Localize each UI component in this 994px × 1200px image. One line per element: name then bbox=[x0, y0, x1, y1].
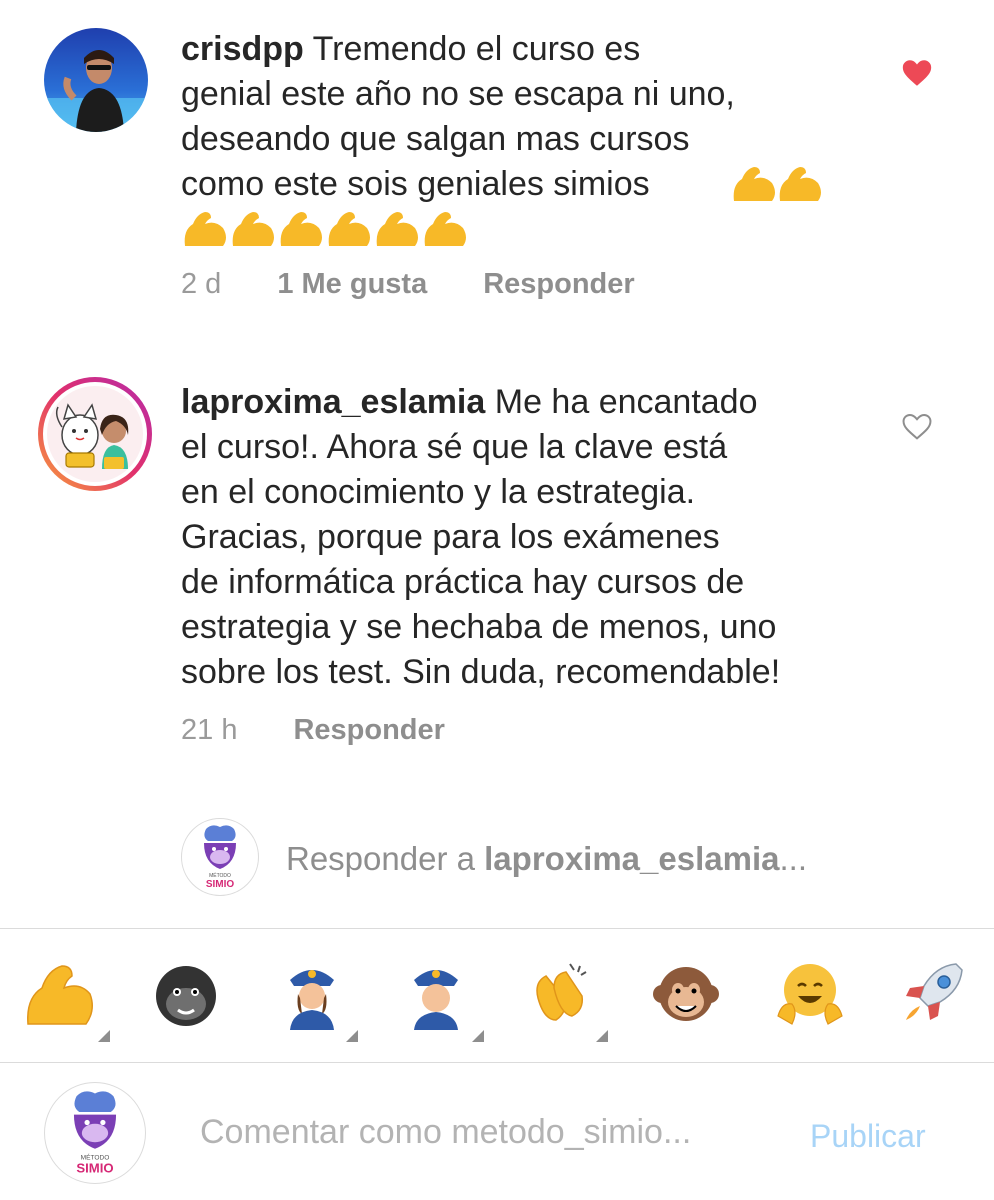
avatar-laproxima-eslamia[interactable] bbox=[36, 375, 154, 493]
clapping-hands-icon[interactable] bbox=[524, 958, 596, 1030]
variant-indicator bbox=[98, 1030, 110, 1042]
comment-text-line: en el conocimiento y la estrategia. bbox=[181, 473, 696, 511]
logo-avatar: MÉTODO SIMIO bbox=[44, 1082, 146, 1184]
comment-text-line: el curso!. Ahora sé que la clave está bbox=[181, 428, 728, 466]
divider bbox=[0, 1062, 994, 1063]
gorilla-icon[interactable] bbox=[150, 958, 222, 1030]
comments-screen: crisdpp Tremendo el curso es genial este… bbox=[0, 0, 994, 1200]
comment-text-line: Gracias, porque para los exámenes bbox=[181, 518, 720, 556]
comment-text-line: Tremendo el curso es bbox=[312, 30, 641, 68]
publish-button[interactable]: Publicar bbox=[810, 1118, 926, 1155]
comment-meta: 2 d 1 Me gusta Responder bbox=[181, 268, 635, 301]
divider bbox=[0, 928, 994, 929]
hugging-face-icon[interactable] bbox=[774, 958, 846, 1030]
logo-bottom-text: SIMIO bbox=[206, 879, 235, 890]
reply-prefix: Responder a bbox=[286, 840, 475, 877]
variant-indicator bbox=[596, 1030, 608, 1042]
reply-target: laproxima_eslamia bbox=[484, 840, 780, 877]
comment-time: 2 d bbox=[181, 268, 222, 300]
comment-text-line: como este sois geniales simios bbox=[181, 165, 650, 203]
comment-meta: 21 h Responder bbox=[181, 714, 445, 747]
comment-text-line: sobre los test. Sin duda, recomendable! bbox=[181, 653, 781, 691]
reply-button[interactable]: Responder bbox=[483, 268, 634, 301]
comment-time: 21 h bbox=[181, 714, 238, 746]
comment-line: laproxima_eslamia Me ha encantado bbox=[181, 380, 780, 425]
heart-filled-icon[interactable] bbox=[900, 56, 934, 90]
comment-text-line: estrategia y se hechaba de menos, uno bbox=[181, 608, 777, 646]
avatar-crisdpp[interactable] bbox=[44, 28, 148, 132]
comment-input[interactable]: Comentar como metodo_simio... bbox=[200, 1113, 691, 1152]
comment-text-line: genial este año no se escapa ni uno, bbox=[181, 75, 735, 113]
biceps-emoji-group bbox=[181, 208, 471, 250]
comment-line: crisdpp Tremendo el curso es bbox=[181, 27, 735, 72]
monkey-face-icon[interactable] bbox=[650, 958, 722, 1030]
comment-text-line: Me ha encantado bbox=[494, 383, 758, 421]
flexed-biceps-icon[interactable] bbox=[24, 958, 96, 1030]
comment-crisdpp: crisdpp Tremendo el curso es genial este… bbox=[181, 27, 735, 207]
comment-username[interactable]: crisdpp bbox=[181, 30, 304, 68]
variant-indicator bbox=[472, 1030, 484, 1042]
comment-line: como este sois geniales simios bbox=[181, 162, 735, 207]
logo-avatar-small: MÉTODO SIMIO bbox=[181, 818, 259, 896]
flexed-biceps-icon bbox=[733, 167, 821, 201]
reply-input[interactable]: Responder a laproxima_eslamia... bbox=[286, 840, 807, 878]
comment-likes[interactable]: 1 Me gusta bbox=[277, 268, 427, 301]
logo-top-text: MÉTODO bbox=[209, 872, 231, 879]
logo-bottom-text: SIMIO bbox=[76, 1160, 113, 1175]
reply-ellipsis: ... bbox=[779, 840, 807, 877]
emoji-quick-bar bbox=[0, 958, 994, 1042]
heart-outline-icon[interactable] bbox=[900, 410, 934, 444]
police-officer-man-icon[interactable] bbox=[400, 958, 472, 1030]
reply-button[interactable]: Responder bbox=[293, 714, 444, 747]
comment-text-line: de informática práctica hay cursos de bbox=[181, 563, 745, 601]
biceps-emoji-group bbox=[730, 163, 830, 205]
rocket-icon[interactable] bbox=[896, 958, 968, 1030]
comment-username[interactable]: laproxima_eslamia bbox=[181, 383, 485, 421]
police-officer-woman-icon[interactable] bbox=[276, 958, 348, 1030]
comment-laproxima-eslamia: laproxima_eslamia Me ha encantado el cur… bbox=[181, 380, 780, 695]
variant-indicator bbox=[346, 1030, 358, 1042]
comment-text-line: deseando que salgan mas cursos bbox=[181, 120, 690, 158]
